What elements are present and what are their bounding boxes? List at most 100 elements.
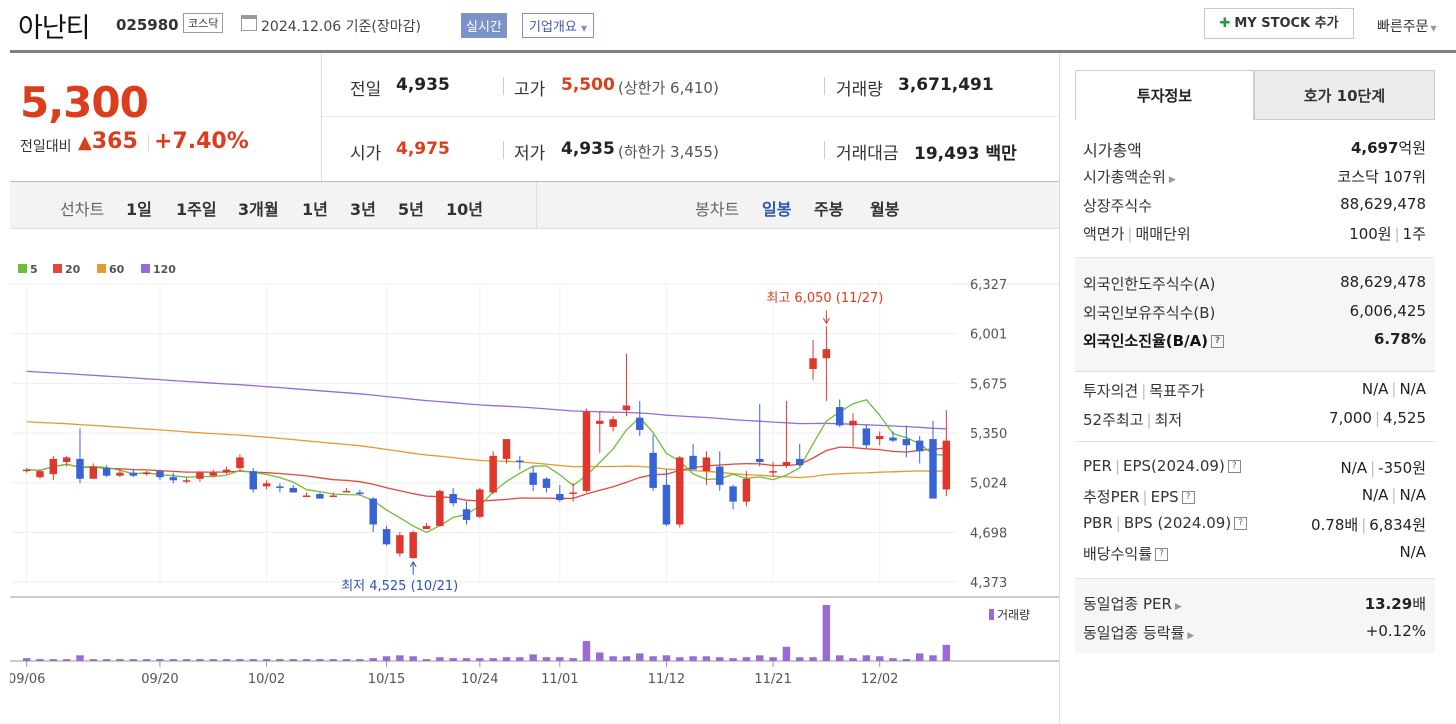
par-labels: 액면가 | 매매단위 [1083,225,1191,243]
my-stock-label: MY STOCK 추가 [1234,16,1339,31]
volume-bar [436,657,444,661]
my-stock-add-button[interactable]: ✚ MY STOCK 추가 [1204,8,1354,39]
foreign-ratio-value: 6.78% [1373,330,1426,348]
volume-bar [356,659,364,661]
candle-body [356,492,364,495]
y-tick-label: 5,024 [970,477,1007,492]
candle-body [169,477,178,481]
candle-body [542,478,551,488]
market-cap-rank-link[interactable]: 시가총액순위 ▶ [1083,166,1176,187]
period-3y[interactable]: 3년 [350,196,376,220]
volume-legend-label: 거래량 [997,608,1030,622]
help-icon[interactable]: ? [1155,548,1169,561]
target-label: 목표주가 [1149,382,1205,400]
help-icon[interactable]: ? [1181,491,1195,504]
help-icon[interactable]: ? [1227,460,1241,473]
dividend-row: 배당수익률? N/A [1075,543,1435,571]
volume-bar [516,657,524,661]
quick-order-dropdown[interactable]: 빠른주문 ▼ [1377,16,1437,36]
volume-bar [169,659,178,661]
volume-bar [476,658,484,661]
tab-invest-info[interactable]: 투자정보 [1075,70,1254,120]
y-tick-label: 6,001 [970,328,1007,343]
x-tick-label: 09/20 [141,672,178,687]
candle-body [502,439,511,459]
legend-label: 5 [30,263,38,276]
period-toolbar [10,181,1059,229]
period-1y[interactable]: 1년 [302,196,328,220]
candle-daily[interactable]: 일봉 [762,196,791,220]
candle-monthly[interactable]: 월봉 [870,196,899,220]
divider [824,141,825,159]
price-chart[interactable]: 5 20 60 120 6,327 6,001 5,675 5,350 5,024 4,698 4,… [10,229,1059,724]
foreign-limit-label: 외국인한도주식수(A) [1083,275,1216,293]
high-label: 고가 [514,80,546,100]
line-chart-label: 선차트 [60,200,105,219]
volume-bar [502,657,511,661]
current-price: 5,300 [20,78,149,127]
triangle-right-icon: ▶ [1174,602,1182,612]
volume-bar [22,658,31,661]
volume-bar [622,656,631,661]
candle-body [222,469,231,473]
week52-high: 7,000 [1329,409,1372,427]
volume-bar [849,658,857,661]
eps-label: EPS(2024.09) [1123,457,1225,475]
candle-body [142,472,151,475]
bps-value: 6,834원 [1369,516,1426,534]
y-tick-label: 6,327 [970,278,1007,293]
candle-weekly[interactable]: 주봉 [814,196,843,220]
volume-bar [649,656,657,661]
est-per-values: N/A | N/A [1361,486,1426,504]
company-overview-dropdown[interactable]: 기업개요 ▼ [522,13,595,38]
unit-label: 매매단위 [1135,225,1191,243]
help-icon[interactable]: ? [1211,335,1225,348]
x-tick-label: 09/06 [10,672,45,687]
pbr-labels: PBR | BPS (2024.09)? [1083,514,1248,532]
change-amount: 365 [91,129,138,154]
eps-value: -350원 [1378,459,1426,477]
candle-body [262,483,271,487]
candle-body [449,494,457,504]
candle-body [649,452,657,488]
candle-body [316,494,324,499]
candle-body [835,407,844,426]
period-10y[interactable]: 10년 [446,196,483,220]
candle-body [369,498,377,525]
high-value: 5,500 [561,75,615,95]
tab-hoga-10[interactable]: 호가 10단계 [1254,70,1435,120]
company-overview-label: 기업개요 [529,20,577,35]
candle-body [396,535,404,554]
candle-body [196,472,204,479]
market-cap-unit: 억원 [1398,139,1426,157]
volume-bar [556,657,564,661]
low-value: 4,935 [561,139,615,159]
divider [824,77,825,95]
candle-body [182,480,191,482]
candle-body [489,455,497,493]
candle-body [382,529,391,545]
period-3m[interactable]: 3개월 [238,196,279,220]
candle-body [782,461,791,466]
sector-change-value: +0.12% [1365,622,1426,640]
period-1w[interactable]: 1주일 [176,196,217,220]
help-icon[interactable]: ? [1234,517,1248,530]
x-tick-label: 11/21 [754,672,791,687]
est-per-labels: 추정PER | EPS? [1083,486,1195,507]
candle-body [249,471,257,490]
volume-bar [489,658,497,661]
week52-low-label: 최저 [1154,411,1183,429]
plus-icon: ✚ [1219,16,1231,31]
y-tick-label: 4,698 [970,526,1007,541]
realtime-button[interactable]: 실시간 [461,13,507,38]
sector-per-link[interactable]: 동일업종 PER ▶ [1083,593,1182,614]
sector-per-value: 13.29배 [1365,593,1426,614]
market-cap-value: 4,697억원 [1351,137,1426,158]
week52-high-label: 52주최고 [1083,411,1144,429]
candle-body [809,358,817,369]
candle-body [822,349,831,359]
per-values: N/A | -350원 [1340,459,1426,477]
period-1d[interactable]: 1일 [126,196,152,220]
sector-change-link[interactable]: 동일업종 등락률 ▶ [1083,622,1194,643]
period-5y[interactable]: 5년 [398,196,424,220]
